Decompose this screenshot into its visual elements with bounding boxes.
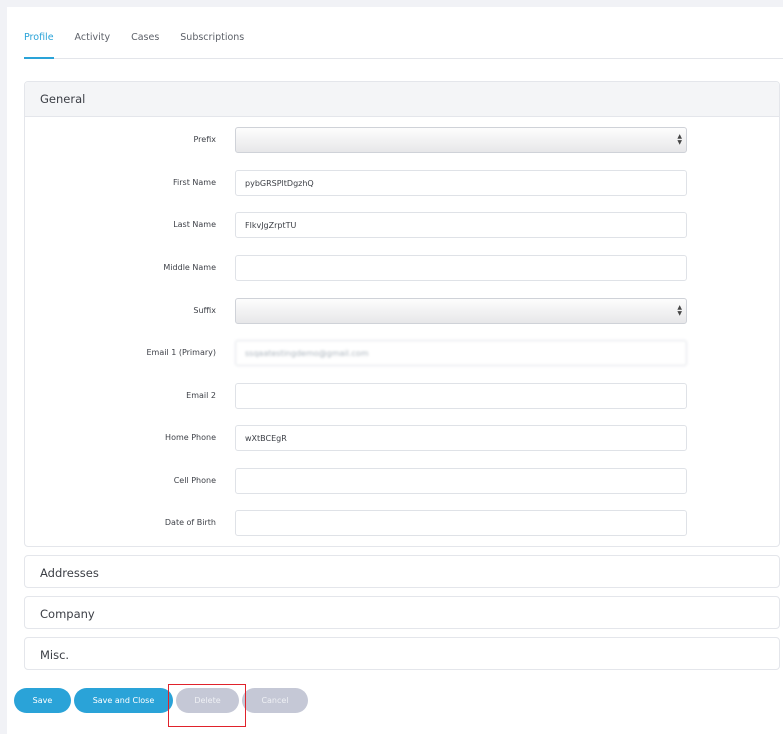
- misc-section[interactable]: Misc.: [24, 637, 780, 670]
- last-name-row: Last Name: [25, 212, 779, 238]
- home-phone-label: Home Phone: [165, 433, 216, 442]
- prefix-row: Prefix ▲ ▼: [25, 127, 779, 153]
- email1-row: Email 1 (Primary): [25, 340, 779, 366]
- company-section[interactable]: Company: [24, 596, 780, 629]
- last-name-input[interactable]: [235, 212, 687, 238]
- email2-label: Email 2: [186, 391, 216, 400]
- first-name-row: First Name: [25, 170, 779, 196]
- addresses-section[interactable]: Addresses: [24, 555, 780, 588]
- general-section-header[interactable]: General: [25, 82, 779, 117]
- email2-input[interactable]: [235, 383, 687, 409]
- cell-phone-input[interactable]: [235, 468, 687, 494]
- home-phone-input[interactable]: [235, 425, 687, 451]
- company-section-header[interactable]: Company: [25, 597, 779, 630]
- prefix-label: Prefix: [193, 135, 217, 144]
- addresses-section-header[interactable]: Addresses: [25, 556, 779, 589]
- middle-name-label: Middle Name: [163, 263, 216, 272]
- general-section: General Prefix ▲▼ First Name Last Name M…: [24, 81, 780, 547]
- save-button[interactable]: Save: [14, 688, 71, 713]
- tab-profile[interactable]: Profile: [24, 26, 54, 59]
- tab-cases[interactable]: Cases: [131, 26, 159, 59]
- cancel-button[interactable]: Cancel: [242, 688, 308, 713]
- cell-phone-label: Cell Phone: [173, 476, 216, 485]
- middle-name-input[interactable]: [235, 255, 687, 281]
- home-phone-row: Home Phone: [25, 425, 779, 451]
- email1-input[interactable]: [235, 340, 687, 366]
- first-name-label: First Name: [173, 178, 216, 187]
- email2-row: Email 2: [25, 383, 779, 409]
- general-section-title: General: [40, 92, 86, 106]
- delete-button[interactable]: Delete: [176, 688, 239, 713]
- suffix-select[interactable]: ▲ ▼: [235, 298, 687, 324]
- company-section-title: Company: [40, 606, 95, 621]
- dob-label: Date of Birth: [164, 518, 216, 527]
- select-arrows-icon: ▲ ▼: [677, 133, 682, 146]
- tab-bar: Profile Activity Cases Subscriptions: [24, 26, 783, 59]
- select-arrows-icon: ▲ ▼: [677, 304, 682, 317]
- middle-name-row: Middle Name: [25, 255, 779, 281]
- email1-label: Email 1 (Primary): [146, 348, 216, 357]
- suffix-row: Suffix ▲ ▼: [25, 298, 779, 324]
- suffix-label: Suffix: [193, 306, 216, 315]
- first-name-input[interactable]: [235, 170, 687, 196]
- prefix-select[interactable]: ▲ ▼: [235, 127, 687, 153]
- tab-subscriptions[interactable]: Subscriptions: [180, 26, 244, 59]
- cell-phone-row: Cell Phone: [25, 468, 779, 494]
- save-and-close-button[interactable]: Save and Close: [74, 688, 173, 713]
- misc-section-title: Misc.: [40, 647, 70, 662]
- misc-section-header[interactable]: Misc.: [25, 638, 779, 671]
- tab-activity[interactable]: Activity: [75, 26, 111, 59]
- dob-input[interactable]: [235, 510, 687, 536]
- dob-row: Date of Birth: [25, 510, 779, 536]
- last-name-label: Last Name: [173, 220, 216, 229]
- contact-edit-page: Profile Activity Cases Subscriptions Gen…: [7, 7, 783, 734]
- addresses-section-title: Addresses: [40, 565, 99, 580]
